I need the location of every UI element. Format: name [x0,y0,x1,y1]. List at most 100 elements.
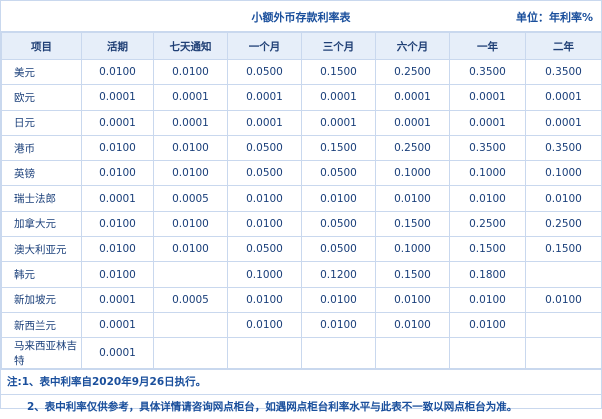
rate-cell: 0.1500 [375,261,450,288]
rate-cell [227,337,302,370]
column-header: 一年 [449,32,526,60]
column-header: 二年 [525,32,602,60]
rate-cell: 0.0100 [153,134,228,162]
rate-cell [525,261,602,288]
table-row: 加拿大元 0.0100 0.0100 0.0100 0.0500 0.1500 0.2500… [1,210,602,238]
rate-cell: 0.0500 [227,160,302,187]
table-row: 瑞士法郎 0.0001 0.0005 0.0100 0.0100 0.0100 0.0100… [1,185,602,212]
rate-cell: 0.0001 [81,286,154,313]
rates-table: 项目 活期 七天通知 一个月 三个月 六个月 一年 二年 美元 0.0100 0.0… [1,32,602,370]
rate-cell: 0.0100 [525,185,602,212]
rate-cell [153,261,228,288]
currency-name: 澳大利亚元 [1,236,82,263]
currency-name: 日元 [1,109,82,136]
currency-name: 新加坡元 [1,286,82,313]
rate-cell: 0.0001 [375,84,450,111]
currency-name: 马来西亚林吉特 [1,337,82,370]
rate-cell: 0.3500 [449,58,526,86]
rate-cell: 0.1500 [525,236,602,263]
rate-cell: 0.0100 [81,134,154,162]
table-row: 韩元 0.0100 0.1000 0.1200 0.1500 0.1800 [1,261,602,288]
note-1: 注:1、表中利率自2020年9月26日执行。 [7,376,207,389]
rate-cell: 0.0100 [301,185,376,212]
currency-name: 港币 [1,134,82,162]
column-header: 活期 [81,32,154,60]
table-row: 港币 0.0100 0.0100 0.0500 0.1500 0.2500 0.3500 0.… [1,134,602,162]
table-row: 马来西亚林吉特 0.0001 [1,337,602,370]
rate-cell: 0.0001 [81,84,154,111]
rate-cell: 0.3500 [525,134,602,162]
rate-cell [525,337,602,370]
rate-cell [153,311,228,339]
rate-cell: 0.0001 [153,84,228,111]
rate-cell: 0.0100 [449,185,526,212]
rate-cell: 0.0500 [227,134,302,162]
rate-cell: 0.0100 [153,210,228,238]
rate-cell: 0.0100 [153,236,228,263]
column-header: 七天通知 [153,32,228,60]
column-header: 一个月 [227,32,302,60]
rate-cell: 0.0001 [301,84,376,111]
rate-cell [449,337,526,370]
rate-cell: 0.0500 [227,58,302,86]
rate-cell: 0.0001 [449,109,526,136]
rate-cell: 0.0100 [449,286,526,313]
page-title: 小额外币存款利率表 [251,11,351,24]
rate-cell: 0.3500 [525,58,602,86]
rate-cell: 0.0100 [153,58,228,86]
rate-cell: 0.0100 [81,160,154,187]
rate-cell [525,311,602,339]
rate-cell: 0.0100 [525,286,602,313]
rate-cell: 0.1500 [375,210,450,238]
header-row: 项目 活期 七天通知 一个月 三个月 六个月 一年 二年 [1,32,602,60]
rate-cell: 0.0001 [227,109,302,136]
table-row: 新西兰元 0.0001 0.0100 0.0100 0.0100 0.0100 [1,311,602,339]
rate-cell: 0.1000 [525,160,602,187]
currency-name: 加拿大元 [1,210,82,238]
currency-name: 瑞士法郎 [1,185,82,212]
rate-cell: 0.0100 [153,160,228,187]
rate-cell: 0.0100 [81,236,154,263]
rate-cell: 0.1500 [301,58,376,86]
rate-cell [301,337,376,370]
rate-cell: 0.0500 [301,210,376,238]
rate-cell: 0.0005 [153,185,228,212]
rate-cell: 0.0500 [301,160,376,187]
table-row: 欧元 0.0001 0.0001 0.0001 0.0001 0.0001 0.0001 0.… [1,84,602,111]
rate-cell: 0.0500 [301,236,376,263]
rate-cell: 0.0100 [81,58,154,86]
table-row: 新加坡元 0.0001 0.0005 0.0100 0.0100 0.0100 0.0100… [1,286,602,313]
rate-cell: 0.1200 [301,261,376,288]
rate-cell: 0.1000 [227,261,302,288]
rate-cell: 0.0100 [227,210,302,238]
rate-cell: 0.0100 [227,311,302,339]
rate-cell: 0.0100 [227,286,302,313]
rate-cell: 0.0100 [81,261,154,288]
rate-cell: 0.2500 [375,134,450,162]
rate-cell: 0.2500 [525,210,602,238]
rate-cell: 0.0001 [81,311,154,339]
rate-cell: 0.0100 [449,311,526,339]
rate-cell: 0.2500 [375,58,450,86]
rate-cell [375,337,450,370]
rate-cell: 0.0100 [375,311,450,339]
notes: 注:1、表中利率自2020年9月26日执行。 2、表中利率仅供参考，具体详情请咨… [1,369,601,419]
rate-cell: 0.1500 [301,134,376,162]
rate-cell: 0.0500 [227,236,302,263]
rate-cell: 0.0100 [227,185,302,212]
rate-cell: 0.3500 [449,134,526,162]
rate-cell: 0.1000 [375,160,450,187]
rate-cell: 0.0001 [301,109,376,136]
rate-cell: 0.1000 [449,160,526,187]
column-header: 六个月 [375,32,450,60]
rate-table-panel: 小额外币存款利率表 单位：年利率% 项目 活期 七天通知 一个月 三个月 六个月… [0,0,602,413]
rate-cell: 0.0100 [81,210,154,238]
table-row: 美元 0.0100 0.0100 0.0500 0.1500 0.2500 0.3500 0.… [1,58,602,86]
table-row: 澳大利亚元 0.0100 0.0100 0.0500 0.0500 0.1000 0.150… [1,236,602,263]
rate-cell [153,337,228,370]
rate-cell: 0.0001 [81,109,154,136]
title-bar: 小额外币存款利率表 单位：年利率% [1,1,601,32]
currency-name: 韩元 [1,261,82,288]
rate-cell: 0.1500 [449,236,526,263]
rate-cell: 0.0001 [525,109,602,136]
